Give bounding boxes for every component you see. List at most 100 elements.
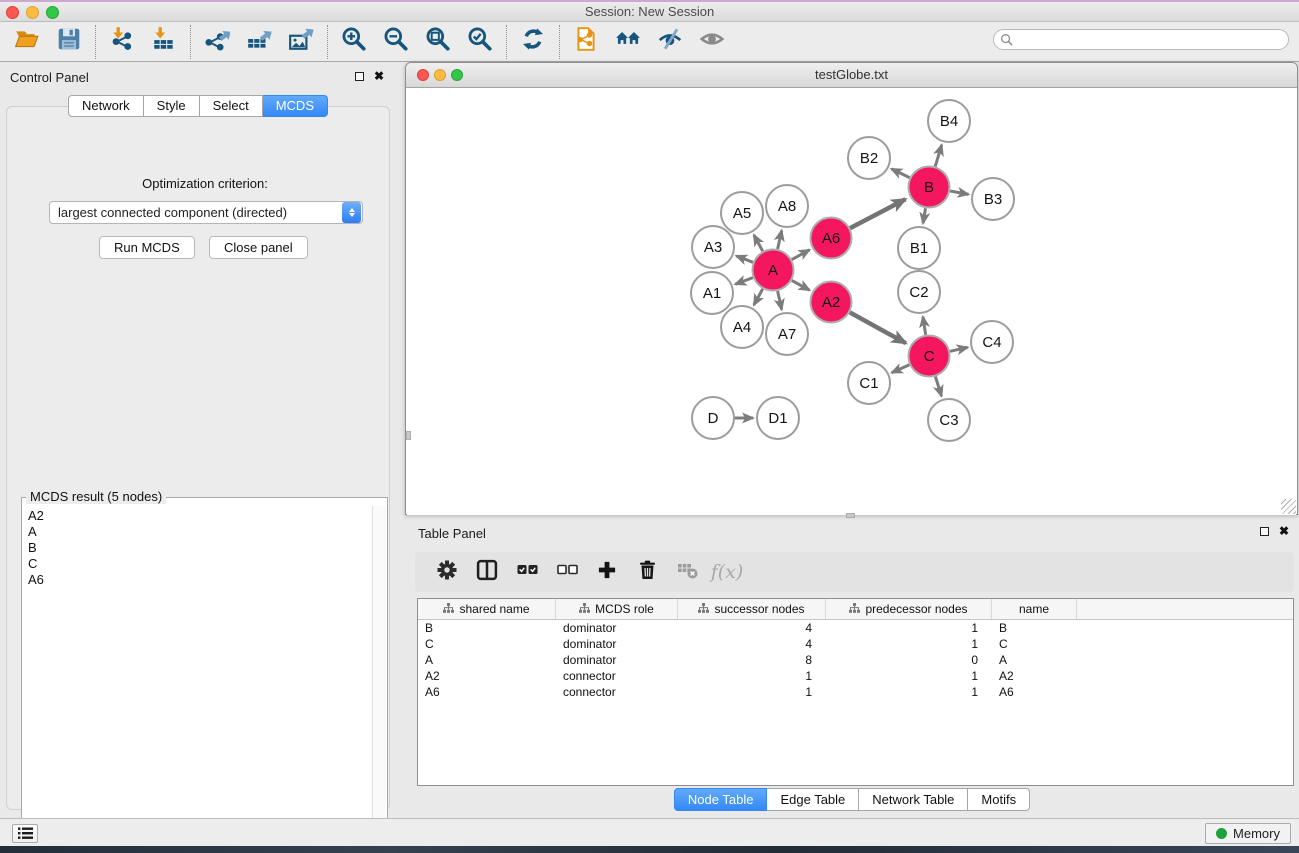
node-A3[interactable]: A3	[692, 226, 734, 268]
node-A[interactable]: A	[753, 250, 794, 291]
export-table-button[interactable]	[238, 25, 280, 59]
table-cell[interactable]	[1077, 652, 1293, 668]
node-B4[interactable]: B4	[928, 100, 970, 142]
table-cell[interactable]: A	[992, 652, 1077, 668]
tab-network[interactable]: Network	[68, 95, 144, 117]
edge-A-A1[interactable]	[735, 278, 753, 285]
vertical-scroll-nub[interactable]	[406, 431, 411, 440]
edge-A-A4[interactable]	[754, 289, 763, 305]
memory-button[interactable]: Memory	[1205, 823, 1291, 844]
table-cell[interactable]: 4	[678, 636, 826, 652]
mcds-result-item[interactable]: A	[28, 524, 372, 540]
table-cell[interactable]: 1	[678, 684, 826, 700]
table-cell[interactable]: 4	[678, 620, 826, 636]
close-panel-button[interactable]: Close panel	[209, 236, 308, 259]
window-resize-handle[interactable]	[1281, 499, 1296, 514]
node-D1[interactable]: D1	[757, 397, 799, 439]
zoom-fit-button[interactable]	[417, 25, 459, 59]
node-C1[interactable]: C1	[848, 362, 890, 404]
table-row[interactable]: Cdominator41C	[418, 636, 1293, 652]
optimization-criterion-select[interactable]: largest connected component (directed)	[49, 201, 363, 224]
node-B1[interactable]: B1	[898, 227, 940, 269]
table-cell[interactable]: dominator	[556, 636, 678, 652]
node-A7[interactable]: A7	[766, 313, 808, 355]
table-cell[interactable]: A2	[418, 668, 556, 684]
run-mcds-button[interactable]: Run MCDS	[99, 236, 195, 259]
column-header-shared-name[interactable]: shared name	[418, 599, 556, 619]
table-cell[interactable]	[1077, 636, 1293, 652]
edge-A-A2[interactable]	[792, 280, 810, 290]
edge-A2-C[interactable]	[850, 312, 906, 343]
tab-network-table[interactable]: Network Table	[859, 788, 968, 811]
mcds-result-item[interactable]: A2	[28, 508, 372, 524]
edge-B-B1[interactable]	[923, 208, 926, 223]
tab-edge-table[interactable]: Edge Table	[767, 788, 859, 811]
edge-B-B4[interactable]	[935, 145, 942, 167]
function-builder-button[interactable]: f(x)	[709, 555, 745, 589]
mcds-result-item[interactable]: B	[28, 540, 372, 556]
edge-A-A8[interactable]	[778, 230, 782, 249]
task-history-button[interactable]	[12, 824, 38, 843]
column-header-name[interactable]: name	[992, 599, 1077, 619]
node-B2[interactable]: B2	[848, 137, 890, 179]
column-header-MCDS-role[interactable]: MCDS role	[556, 599, 678, 619]
table-cell[interactable]: connector	[556, 668, 678, 684]
table-cell[interactable]: 8	[678, 652, 826, 668]
minimize-window-button[interactable]	[26, 6, 39, 19]
zoom-network-window-button[interactable]	[451, 69, 463, 81]
hide-selected-button[interactable]	[649, 25, 691, 59]
node-A2[interactable]: A2	[811, 282, 852, 323]
node-D[interactable]: D	[692, 397, 734, 439]
edge-A-A3[interactable]	[736, 256, 753, 262]
table-cell[interactable]: 1	[826, 668, 992, 684]
refresh-layout-button[interactable]	[512, 25, 554, 59]
column-header-predecessor-nodes[interactable]: predecessor nodes	[826, 599, 992, 619]
open-file-button[interactable]	[6, 25, 48, 59]
edge-B-B3[interactable]	[950, 191, 968, 194]
edge-C-C3[interactable]	[935, 377, 941, 397]
table-cell[interactable]: 1	[826, 636, 992, 652]
table-cell[interactable]: dominator	[556, 620, 678, 636]
zoom-in-button[interactable]	[333, 25, 375, 59]
import-table-button[interactable]	[143, 25, 185, 59]
node-A5[interactable]: A5	[721, 192, 763, 234]
close-network-window-button[interactable]	[417, 69, 429, 81]
save-session-button[interactable]	[48, 25, 90, 59]
table-cell[interactable]: 0	[826, 652, 992, 668]
network-canvas[interactable]: B4 B2 B B3 A8 A5 A6 A3 B1 A C2 A1 A2 A4 …	[407, 89, 1296, 515]
node-C[interactable]: C	[909, 336, 950, 377]
table-cell[interactable]: B	[992, 620, 1077, 636]
tab-style[interactable]: Style	[144, 95, 200, 117]
table-cell[interactable]: A	[418, 652, 556, 668]
zoom-selected-button[interactable]	[459, 25, 501, 59]
node-A1[interactable]: A1	[691, 272, 733, 314]
column-header-successor-nodes[interactable]: successor nodes	[678, 599, 826, 619]
table-cell[interactable]: A2	[992, 668, 1077, 684]
network-window-titlebar[interactable]: testGlobe.txt	[406, 63, 1297, 88]
tab-node-table[interactable]: Node Table	[674, 788, 768, 811]
tab-select[interactable]: Select	[200, 95, 263, 117]
horizontal-scroll-nub[interactable]	[846, 513, 855, 518]
close-table-panel-icon[interactable]: ✖	[1279, 526, 1289, 536]
node-B3[interactable]: B3	[972, 178, 1014, 220]
import-network-button[interactable]	[101, 25, 143, 59]
table-cell[interactable]: 1	[678, 668, 826, 684]
toggle-columns-button[interactable]	[469, 555, 505, 589]
search-input[interactable]	[1017, 31, 1288, 48]
table-row[interactable]: Adominator80A	[418, 652, 1293, 668]
show-all-button[interactable]	[691, 25, 733, 59]
table-cell[interactable]	[1077, 620, 1293, 636]
zoom-window-button[interactable]	[46, 6, 59, 19]
table-settings-button[interactable]	[429, 555, 465, 589]
node-C2[interactable]: C2	[898, 271, 940, 313]
node-A8[interactable]: A8	[766, 185, 808, 227]
minimize-network-window-button[interactable]	[434, 69, 446, 81]
table-cell[interactable]: dominator	[556, 652, 678, 668]
zoom-out-button[interactable]	[375, 25, 417, 59]
edge-B-B2[interactable]	[892, 169, 910, 178]
close-panel-icon[interactable]: ✖	[374, 71, 384, 81]
table-cell[interactable]: connector	[556, 684, 678, 700]
table-row[interactable]: A6connector11A6	[418, 684, 1293, 700]
table-cell[interactable]: C	[992, 636, 1077, 652]
table-cell[interactable]	[1077, 684, 1293, 700]
